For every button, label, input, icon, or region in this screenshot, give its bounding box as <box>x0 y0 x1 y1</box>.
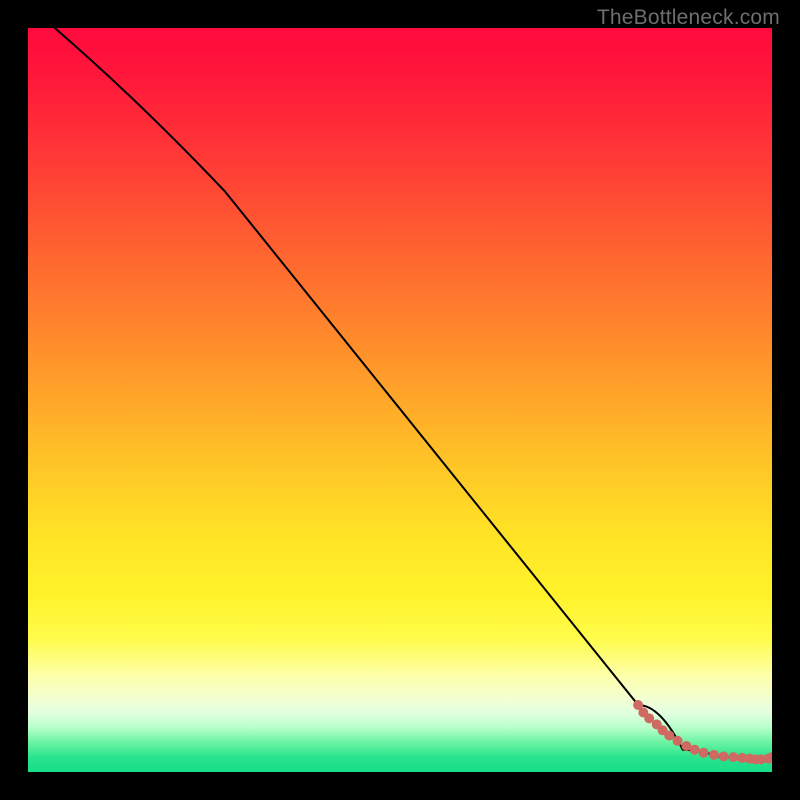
chart-root: TheBottleneck.com <box>0 0 800 800</box>
curve-group <box>55 28 772 759</box>
dot <box>664 731 674 741</box>
bottleneck-curve <box>55 28 772 759</box>
plot-area <box>28 28 772 772</box>
dot <box>709 750 719 760</box>
dot <box>719 751 729 761</box>
dot <box>728 752 738 762</box>
dot <box>699 748 709 758</box>
dot <box>690 745 700 755</box>
overlay-svg <box>28 28 772 772</box>
watermark-text: TheBottleneck.com <box>597 6 780 30</box>
dot <box>673 736 683 746</box>
